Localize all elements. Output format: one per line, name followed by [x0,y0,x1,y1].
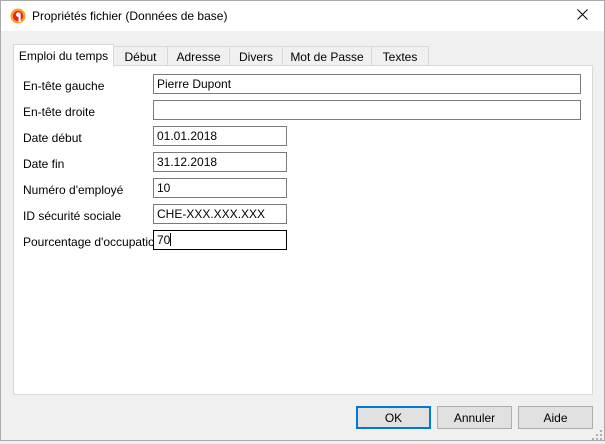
tab-panel: En-tête gauche Pierre Dupont En-tête dro… [13,65,593,395]
close-button[interactable] [561,1,604,31]
occupation-percentage-input[interactable]: 70 [153,230,287,250]
tab-label: Mot de Passe [290,49,364,64]
occupation-percentage-label: Pourcentage d'occupation [23,235,162,249]
employee-number-label: Numéro d'employé [23,183,124,197]
social-security-id-label: ID sécurité sociale [23,209,122,223]
title-bar: Propriétés fichier (Données de base) [1,1,604,31]
tab-emploi-du-temps[interactable]: Emploi du temps [13,44,114,67]
close-icon [577,9,588,23]
cancel-button[interactable]: Annuler [437,406,512,429]
tab-label: Adresse [176,49,221,64]
help-button[interactable]: Aide [518,406,593,429]
tab-label: Textes [382,49,418,64]
header-right-input[interactable] [153,100,581,120]
tab-label: Emploi du temps [18,49,109,63]
header-right-label: En-tête droite [23,105,96,119]
employee-number-input[interactable]: 10 [153,178,287,198]
start-date-label: Date début [23,131,82,145]
tab-mot-de-passe[interactable]: Mot de Passe [282,46,372,66]
text-caret [170,233,172,246]
end-date-label: Date fin [23,157,65,171]
header-left-input[interactable]: Pierre Dupont [153,74,581,94]
start-date-input[interactable]: 01.01.2018 [153,126,287,146]
header-left-label: En-tête gauche [23,79,105,93]
resize-grip-icon[interactable] [591,429,603,441]
tab-adresse[interactable]: Adresse [167,46,230,66]
tab-divers[interactable]: Divers [229,46,283,66]
tab-label: Début [124,49,157,64]
tab-textes[interactable]: Textes [371,46,429,66]
dialog-window: Propriétés fichier (Données de base) Emp… [0,0,605,441]
end-date-input[interactable]: 31.12.2018 [153,152,287,172]
social-security-id-input[interactable]: CHE-XXX.XXX.XXX [153,204,287,224]
banana-app-icon [9,7,27,25]
tab-label: Divers [238,49,273,64]
occupation-percentage-value: 70 [157,233,171,247]
tab-debut[interactable]: Début [113,46,168,66]
window-title: Propriétés fichier (Données de base) [32,9,228,23]
ok-button[interactable]: OK [356,406,431,429]
